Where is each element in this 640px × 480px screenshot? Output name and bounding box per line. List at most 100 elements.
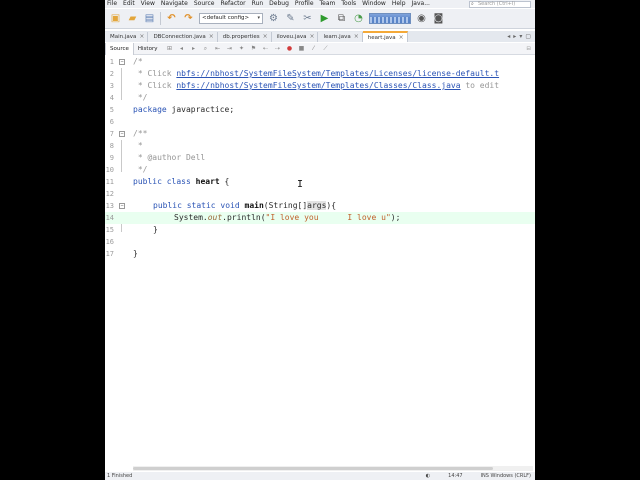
clean-build-icon[interactable]: ✎ <box>284 12 297 25</box>
new-project-icon[interactable]: ▣ <box>109 12 122 25</box>
close-icon[interactable]: × <box>263 32 268 42</box>
code-line: 2 * Click nbfs://nbhost/SystemFileSystem… <box>105 68 535 80</box>
toggle-bookmark-icon[interactable]: ⚑ <box>249 45 257 53</box>
stop-macro-icon[interactable]: ■ <box>297 45 305 53</box>
line-number: 3 <box>109 82 114 90</box>
menu-edit[interactable]: Edit <box>121 0 139 8</box>
status-message: 1 Finished <box>107 473 133 479</box>
menu-java[interactable]: Java... <box>410 0 434 8</box>
chevron-down-icon[interactable]: ▾ <box>519 32 522 42</box>
code-line: 13 − public static void main(String[]arg… <box>105 200 535 212</box>
code-text: public class heart { <box>133 177 230 186</box>
menu-navigate[interactable]: Navigate <box>159 0 192 8</box>
line-number: 8 <box>109 142 114 150</box>
line-number: 2 <box>109 70 114 78</box>
clean-icon[interactable]: ✂ <box>301 12 314 25</box>
menu-help[interactable]: Help <box>390 0 410 8</box>
build-icon[interactable]: ⚙ <box>267 12 280 25</box>
toggle-highlight-icon[interactable]: ✦ <box>237 45 245 53</box>
history-tab[interactable]: History <box>134 43 162 55</box>
source-tab[interactable]: Source <box>105 42 134 55</box>
tab-label: db.properties <box>222 34 260 40</box>
undo-icon[interactable]: ↶ <box>165 12 178 25</box>
code-line: 11 public class heart { <box>105 176 535 188</box>
tab-heart-java[interactable]: heart.java × <box>362 31 408 42</box>
menu-run[interactable]: Run <box>250 0 268 8</box>
template-link[interactable]: nbfs://nbhost/SystemFileSystem/Templates… <box>176 69 499 78</box>
config-value: <default config> <box>202 15 250 21</box>
find-previous-icon[interactable]: ⇤ <box>213 45 221 53</box>
comment-icon[interactable]: ⁄ <box>309 45 317 53</box>
line-number: 10 <box>105 166 114 174</box>
menu-tools[interactable]: Tools <box>339 0 360 8</box>
fold-toggle[interactable]: − <box>119 59 125 65</box>
menu-view[interactable]: View <box>139 0 159 8</box>
chevron-left-icon[interactable]: ◂ <box>507 32 510 42</box>
find-icon[interactable]: ⌕ <box>201 45 209 53</box>
tab-iloveu-java[interactable]: iloveu.java × <box>271 32 319 42</box>
find-next-icon[interactable]: ⇥ <box>225 45 233 53</box>
close-icon[interactable]: × <box>209 32 214 42</box>
code-line: 7 − /** <box>105 128 535 140</box>
fold-toggle[interactable]: − <box>119 203 125 209</box>
line-number: 6 <box>109 118 114 126</box>
code-text: } <box>153 225 158 234</box>
gc-icon[interactable]: ◉ <box>415 12 428 25</box>
menu-refactor[interactable]: Refactor <box>218 0 249 8</box>
menu-file[interactable]: File <box>105 0 121 8</box>
menu-debug[interactable]: Debug <box>267 0 293 8</box>
close-icon[interactable]: × <box>399 34 404 42</box>
forward-icon[interactable]: ▸ <box>189 45 197 53</box>
close-icon[interactable]: × <box>309 32 314 42</box>
main-toolbar: ▣ ▰ ▤ ↶ ↷ <default config> ▾ ⚙ ✎ ✂ ▶ ⧉ ◔… <box>105 9 535 29</box>
line-number: 13 <box>105 202 114 210</box>
fold-toggle[interactable]: − <box>119 131 125 137</box>
maximize-icon[interactable]: ▢ <box>525 32 531 42</box>
cpu-meter[interactable] <box>369 13 411 24</box>
code-text: System.out.println("I love you I love u"… <box>174 213 401 222</box>
back-icon[interactable]: ◂ <box>177 45 185 53</box>
tab-dbconnection-java[interactable]: DBConnection.java × <box>148 32 218 42</box>
run-icon[interactable]: ▶ <box>318 12 331 25</box>
notification-icon[interactable]: ◐ <box>426 472 430 480</box>
scrollbar-thumb[interactable] <box>133 467 493 470</box>
menu-team[interactable]: Team <box>318 0 340 8</box>
code-text: /* <box>133 57 143 66</box>
code-text: */ <box>133 165 148 174</box>
chevron-right-icon[interactable]: ▸ <box>513 32 516 42</box>
config-select[interactable]: <default config> ▾ <box>199 13 263 24</box>
record-macro-icon[interactable]: ● <box>285 45 293 53</box>
previous-bookmark-icon[interactable]: ⇠ <box>261 45 269 53</box>
save-all-icon[interactable]: ▤ <box>143 12 156 25</box>
split-icon[interactable]: ⊟ <box>526 46 531 52</box>
tab-db-properties[interactable]: db.properties × <box>217 32 272 42</box>
menu-window[interactable]: Window <box>360 0 390 8</box>
line-number: 11 <box>105 178 114 186</box>
code-text: * Click nbfs://nbhost/SystemFileSystem/T… <box>133 81 500 90</box>
line-number: 9 <box>109 154 114 162</box>
close-icon[interactable]: × <box>354 32 359 42</box>
line-number: 1 <box>109 58 114 66</box>
uncomment-icon[interactable]: ⟋ <box>321 45 329 53</box>
code-text: */ <box>133 93 148 102</box>
template-link[interactable]: nbfs://nbhost/SystemFileSystem/Templates… <box>176 81 460 90</box>
tab-label: Main.java <box>110 34 137 40</box>
tab-main-java[interactable]: Main.java × <box>105 32 149 42</box>
close-icon[interactable]: × <box>139 32 144 42</box>
pause-icon[interactable]: ◙ <box>432 12 445 25</box>
tab-learn-java[interactable]: learn.java × <box>318 32 363 42</box>
open-folder-icon[interactable]: ▰ <box>126 12 139 25</box>
search-box[interactable]: ⌕ Search (Ctrl+I) <box>469 0 531 8</box>
next-bookmark-icon[interactable]: ⇢ <box>273 45 281 53</box>
horizontal-scrollbar[interactable] <box>133 466 533 471</box>
profile-icon[interactable]: ◔ <box>352 12 365 25</box>
menu-source[interactable]: Source <box>192 0 219 8</box>
toolbar-separator <box>160 12 161 25</box>
menu-profile[interactable]: Profile <box>293 0 318 8</box>
insert-mode: INS Windows (CRLF) <box>480 473 531 479</box>
code-text: } <box>133 249 138 258</box>
last-edit-icon[interactable]: ⊞ <box>165 45 173 53</box>
code-editor[interactable]: 1 − /* 2 * Click nbfs://nbhost/SystemFil… <box>105 56 535 466</box>
redo-icon[interactable]: ↷ <box>182 12 195 25</box>
debug-icon[interactable]: ⧉ <box>335 12 348 25</box>
